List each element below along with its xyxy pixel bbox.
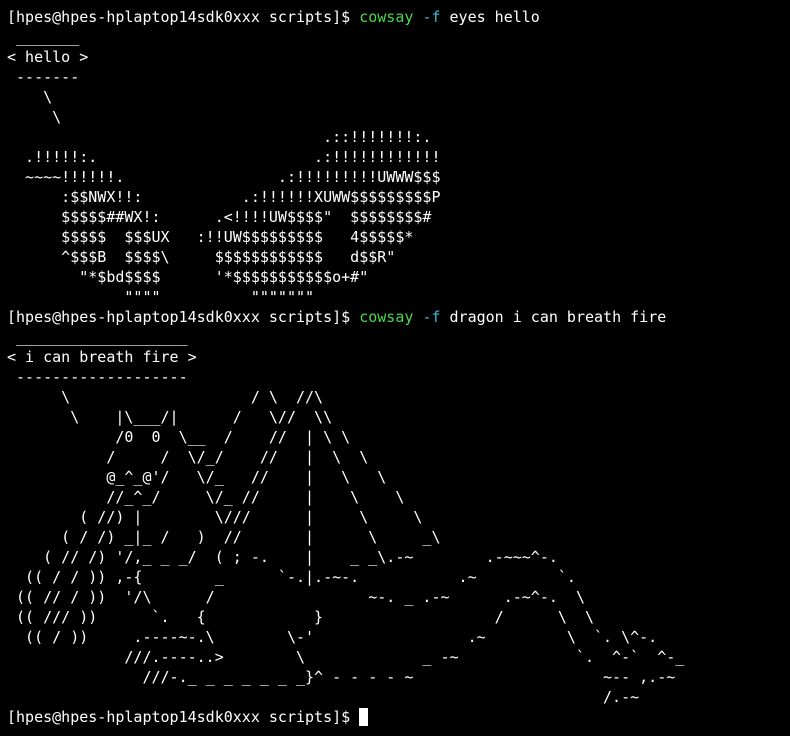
output-line: ------- (7, 68, 80, 86)
output-line: $$$$$##WX!: .<!!!!UW$$$$" $$$$$$$$# (7, 208, 432, 226)
output-line: ( / /) _|_ / ) // | \ _\ (7, 528, 441, 546)
output-line: \ (7, 88, 53, 106)
output-line: /0 0 \__ / // | \ \ (7, 428, 351, 446)
command-name: cowsay (359, 308, 414, 326)
output-line: / / \/_/ // | \ \ (7, 448, 369, 466)
output-line: $$$$$ $$$UX :!!UW$$$$$$$$$ 4$$$$$* (7, 228, 414, 246)
output-line: ~~~~!!!!!!. .:!!!!!!!!!UWWW$$$ (7, 168, 441, 186)
output-line: ( // /) '/,_ _ _/ ( ; -. | _ _\.-~ .-~~~… (7, 548, 558, 566)
output-line: .::!!!!!!!:. (7, 128, 432, 146)
output-line: "*$bd$$$$ '*$$$$$$$$$$$o+#" (7, 268, 369, 286)
output-line: _______ (7, 28, 80, 46)
output-line: (( // / )) '/\ / ~-. _ .-~ .-~^-. \ (7, 588, 585, 606)
output-line: \ / \ //\ (7, 388, 324, 406)
command-line: [hpes@hpes-hplaptop14sdk0xxx scripts]$ c… (7, 307, 790, 327)
command-args: dragon i can breath fire (449, 308, 667, 326)
prompt: [hpes@hpes-hplaptop14sdk0xxx scripts]$ (7, 708, 360, 726)
output-line: (( / )) .----~-.\ \-' .~ \ `. \^-. (7, 628, 658, 646)
output-line: < i can breath fire > (7, 348, 197, 366)
command-name: cowsay (359, 8, 414, 26)
terminal-window[interactable]: [hpes@hpes-hplaptop14sdk0xxx scripts]$ c… (0, 0, 790, 736)
output-line: ///-._ _ _ _ _ _ _}^ - - - - ~ ~-- ,.-~ (7, 668, 676, 686)
output-line: < hello > (7, 48, 89, 66)
output-line: (( /// )) `. { } / \ \ (7, 608, 594, 626)
prompt: [hpes@hpes-hplaptop14sdk0xxx scripts]$ (7, 8, 360, 26)
output-line: \ (7, 108, 62, 126)
output-line: ------------------- (7, 368, 188, 386)
output-line: /.-~ (7, 688, 640, 706)
output-line: //_^_/ \/_ // | \ \ (7, 488, 405, 506)
output-line: \ |\___/| / \// \\ (7, 408, 333, 426)
output-line: @_^_@'/ \/_ // | \ \ (7, 468, 387, 486)
output-line: ___________________ (7, 328, 188, 346)
output-line: ///.----..> \ _ -~ `. ^-` ^-_ (7, 648, 685, 666)
text-cursor (359, 708, 369, 726)
output-line: :$$NWX!!: .:!!!!!!XUWW$$$$$$$$$P (7, 188, 441, 206)
active-prompt-line[interactable]: [hpes@hpes-hplaptop14sdk0xxx scripts]$ (7, 707, 790, 727)
output-line: ^$$$B $$$$\ $$$$$$$$$$$$ d$$R" (7, 248, 396, 266)
output-line: (( / / )) ,-{ _ `-.|.-~-. .~ `. (7, 568, 576, 586)
command-args: eyes hello (449, 8, 540, 26)
command-line: [hpes@hpes-hplaptop14sdk0xxx scripts]$ c… (7, 7, 790, 27)
terminal-output: [hpes@hpes-hplaptop14sdk0xxx scripts]$ c… (7, 7, 790, 727)
output-line: .!!!!!:. .:!!!!!!!!!!!! (7, 148, 441, 166)
command-flag: -f (422, 8, 441, 26)
output-line: """" """"""" (7, 288, 315, 306)
prompt: [hpes@hpes-hplaptop14sdk0xxx scripts]$ (7, 308, 360, 326)
command-flag: -f (422, 308, 441, 326)
output-line: ( //) | \/// | \ \ (7, 508, 423, 526)
